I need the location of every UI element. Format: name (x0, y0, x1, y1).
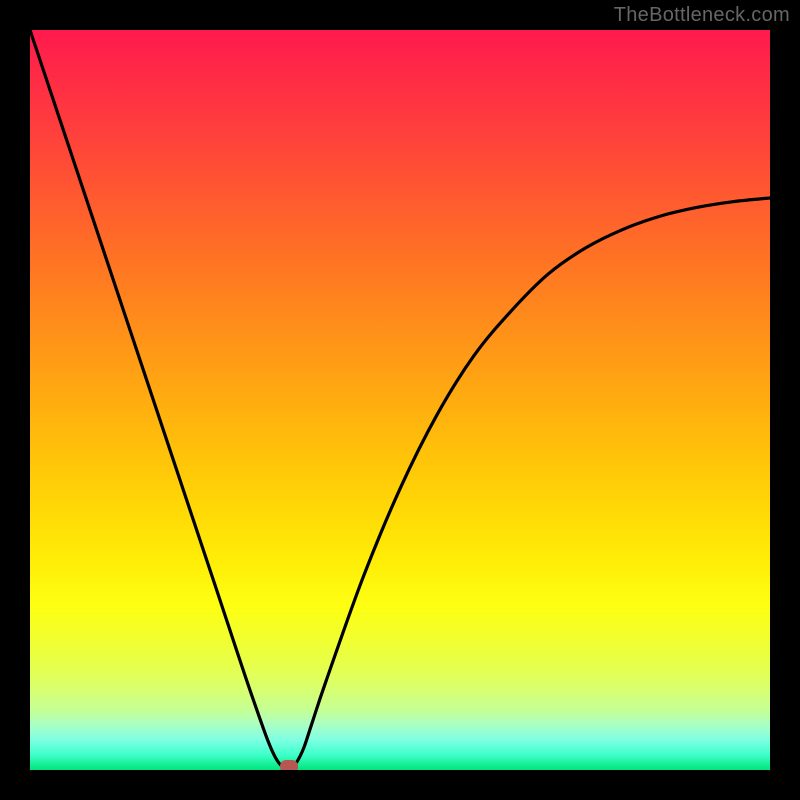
chart-frame: TheBottleneck.com (0, 0, 800, 800)
plot-area (30, 30, 770, 770)
optimal-marker (280, 760, 298, 770)
bottleneck-curve (30, 30, 770, 770)
watermark-text: TheBottleneck.com (614, 4, 790, 27)
